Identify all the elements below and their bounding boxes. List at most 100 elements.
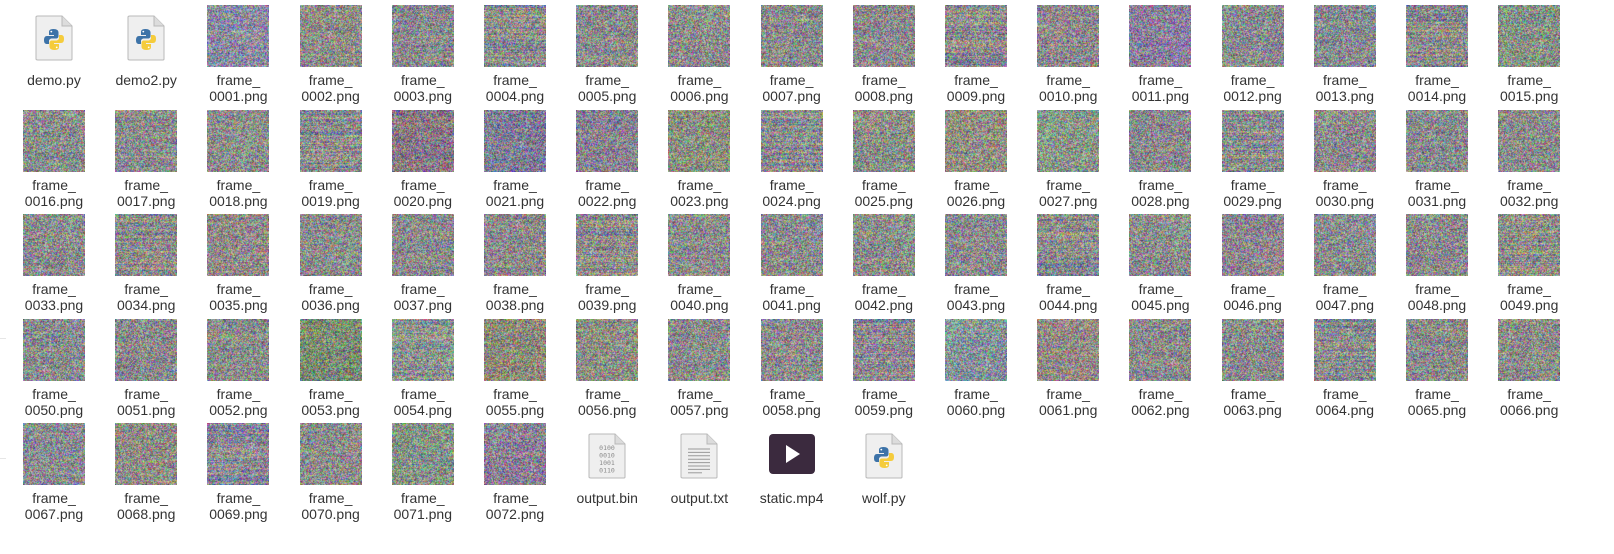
file-item[interactable]: frame_ 0016.png: [8, 107, 100, 211]
file-item[interactable]: frame_ 0038.png: [469, 211, 561, 315]
file-item[interactable]: frame_ 0027.png: [1022, 107, 1114, 211]
file-item[interactable]: frame_ 0051.png: [100, 316, 192, 420]
file-item[interactable]: frame_ 0063.png: [1207, 316, 1299, 420]
file-item[interactable]: frame_ 0029.png: [1207, 107, 1299, 211]
file-item[interactable]: frame_ 0060.png: [930, 316, 1022, 420]
file-item[interactable]: frame_ 0005.png: [561, 2, 653, 106]
file-item[interactable]: demo.py: [8, 2, 100, 106]
file-item[interactable]: frame_ 0050.png: [8, 316, 100, 420]
file-item[interactable]: frame_ 0021.png: [469, 107, 561, 211]
file-item[interactable]: frame_ 0020.png: [377, 107, 469, 211]
file-item[interactable]: frame_ 0010.png: [1022, 2, 1114, 106]
file-item[interactable]: frame_ 0055.png: [469, 316, 561, 420]
file-item[interactable]: frame_ 0057.png: [653, 316, 745, 420]
file-item[interactable]: frame_ 0048.png: [1391, 211, 1483, 315]
file-item[interactable]: frame_ 0007.png: [746, 2, 838, 106]
file-item[interactable]: frame_ 0018.png: [192, 107, 284, 211]
file-item[interactable]: frame_ 0069.png: [192, 420, 284, 524]
file-name: frame_ 0056.png: [578, 386, 636, 418]
file-item[interactable]: frame_ 0071.png: [377, 420, 469, 524]
file-item[interactable]: frame_ 0025.png: [838, 107, 930, 211]
file-item[interactable]: frame_ 0034.png: [100, 211, 192, 315]
file-item[interactable]: frame_ 0032.png: [1483, 107, 1575, 211]
file-name: frame_ 0065.png: [1408, 386, 1466, 418]
file-item[interactable]: frame_ 0028.png: [1114, 107, 1206, 211]
file-name-line: frame_: [1046, 385, 1090, 402]
file-item[interactable]: frame_ 0011.png: [1114, 2, 1206, 106]
file-name-line: 0035.png: [209, 297, 268, 313]
file-item[interactable]: frame_ 0033.png: [8, 211, 100, 315]
image-thumbnail: [391, 214, 454, 276]
file-name-line: 0040.png: [670, 297, 729, 313]
file-item[interactable]: frame_ 0056.png: [561, 316, 653, 420]
file-item[interactable]: frame_ 0059.png: [838, 316, 930, 420]
image-thumbnail: [1221, 109, 1284, 172]
file-item[interactable]: frame_ 0031.png: [1391, 107, 1483, 211]
file-item[interactable]: frame_ 0072.png: [469, 420, 561, 524]
file-item[interactable]: static.mp4: [746, 420, 838, 524]
file-item[interactable]: wolf.py: [838, 420, 930, 524]
file-item[interactable]: frame_ 0049.png: [1483, 211, 1575, 315]
file-name: frame_ 0010.png: [1039, 72, 1097, 104]
file-item[interactable]: frame_ 0003.png: [377, 2, 469, 106]
file-item[interactable]: frame_ 0064.png: [1299, 316, 1391, 420]
file-item[interactable]: frame_ 0070.png: [285, 420, 377, 524]
file-item[interactable]: frame_ 0030.png: [1299, 107, 1391, 211]
file-item[interactable]: frame_ 0019.png: [285, 107, 377, 211]
image-thumbnail: [1037, 109, 1100, 172]
file-item[interactable]: frame_ 0023.png: [653, 107, 745, 211]
file-item[interactable]: frame_ 0002.png: [285, 2, 377, 106]
file-item[interactable]: demo2.py: [100, 2, 192, 106]
file-item[interactable]: 0100 0010 1001 0110 output.bin: [561, 420, 653, 524]
file-item[interactable]: frame_ 0017.png: [100, 107, 192, 211]
file-name-line: 0043.png: [946, 297, 1006, 313]
file-item[interactable]: frame_ 0045.png: [1114, 211, 1206, 315]
file-item[interactable]: frame_ 0026.png: [930, 107, 1022, 211]
file-item[interactable]: frame_ 0043.png: [930, 211, 1022, 315]
file-item[interactable]: frame_ 0054.png: [377, 316, 469, 420]
file-item[interactable]: frame_ 0039.png: [561, 211, 653, 315]
file-item[interactable]: frame_ 0065.png: [1391, 316, 1483, 420]
file-name-line: frame_: [32, 176, 76, 193]
file-item[interactable]: frame_ 0006.png: [653, 2, 745, 106]
file-name-line: frame_: [32, 281, 76, 297]
file-item[interactable]: frame_ 0022.png: [561, 107, 653, 211]
file-item[interactable]: frame_ 0044.png: [1022, 211, 1114, 315]
file-item[interactable]: frame_ 0046.png: [1207, 211, 1299, 315]
file-item[interactable]: frame_ 0053.png: [285, 316, 377, 420]
file-item[interactable]: frame_ 0014.png: [1391, 2, 1483, 106]
file-item[interactable]: frame_ 0037.png: [377, 211, 469, 315]
file-item[interactable]: frame_ 0013.png: [1299, 2, 1391, 106]
file-item[interactable]: frame_ 0009.png: [930, 2, 1022, 106]
file-item[interactable]: output.txt: [653, 420, 745, 524]
file-item[interactable]: frame_ 0052.png: [192, 316, 284, 420]
file-item[interactable]: frame_ 0042.png: [838, 211, 930, 315]
file-item[interactable]: frame_ 0061.png: [1022, 316, 1114, 420]
file-item[interactable]: frame_ 0024.png: [746, 107, 838, 211]
file-item[interactable]: frame_ 0015.png: [1483, 2, 1575, 106]
file-icon-wrap: [377, 316, 469, 384]
file-name-line: 0061.png: [1038, 401, 1098, 418]
file-name-line: frame_: [677, 72, 722, 88]
file-name-line: frame_: [585, 72, 629, 88]
file-item[interactable]: frame_ 0062.png: [1114, 316, 1206, 420]
file-name: frame_ 0044.png: [1039, 281, 1097, 313]
file-item[interactable]: frame_ 0036.png: [285, 211, 377, 315]
file-icon-wrap: [746, 316, 838, 384]
file-item[interactable]: frame_ 0068.png: [100, 420, 192, 524]
file-name: frame_ 0072.png: [486, 490, 544, 522]
file-name-line: frame_: [216, 281, 261, 297]
file-item[interactable]: frame_ 0040.png: [653, 211, 745, 315]
file-item[interactable]: frame_ 0067.png: [8, 420, 100, 524]
file-item[interactable]: frame_ 0004.png: [469, 2, 561, 106]
file-name-line: frame_: [401, 72, 445, 88]
file-item[interactable]: frame_ 0041.png: [746, 211, 838, 315]
file-item[interactable]: frame_ 0008.png: [838, 2, 930, 106]
file-item[interactable]: frame_ 0066.png: [1483, 316, 1575, 420]
file-item[interactable]: frame_ 0035.png: [192, 211, 284, 315]
file-item[interactable]: frame_ 0047.png: [1299, 211, 1391, 315]
file-item[interactable]: frame_ 0012.png: [1207, 2, 1299, 106]
file-item[interactable]: frame_ 0001.png: [192, 2, 284, 106]
file-item[interactable]: frame_ 0058.png: [746, 316, 838, 420]
file-icon-wrap: [746, 420, 838, 488]
